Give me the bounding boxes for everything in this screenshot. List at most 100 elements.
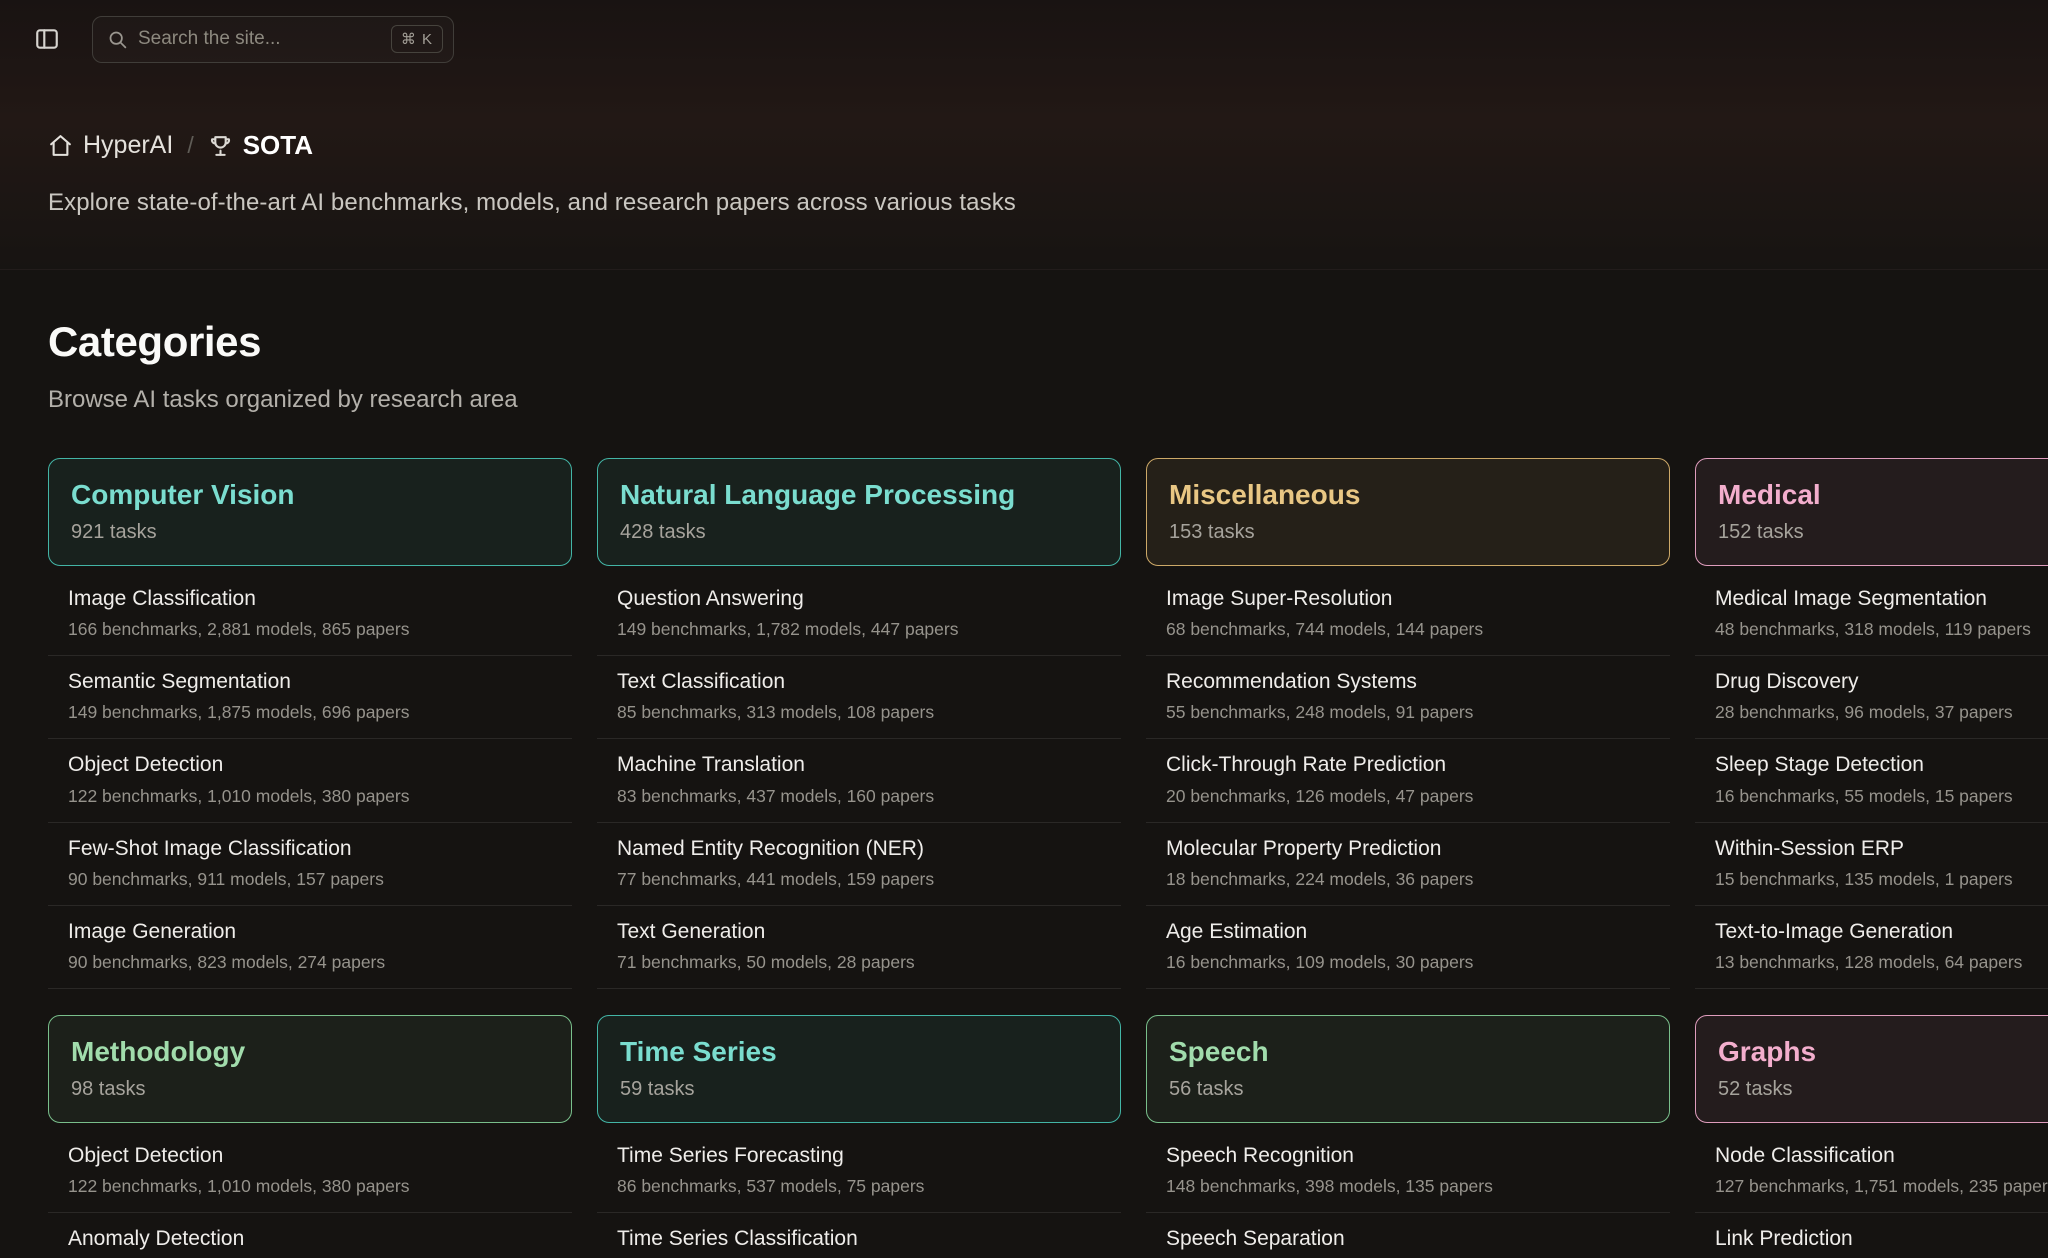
category-header[interactable]: Miscellaneous 153 tasks <box>1146 458 1670 566</box>
task-item[interactable]: Image Generation 90 benchmarks, 823 mode… <box>48 906 572 989</box>
category-card: Medical 152 tasks Medical Image Segmenta… <box>1695 458 2048 989</box>
task-title: Click-Through Rate Prediction <box>1166 753 1662 777</box>
task-item[interactable]: Time Series Classification 52 benchmarks… <box>597 1213 1121 1258</box>
task-title: Text Generation <box>617 920 1113 944</box>
category-card: Natural Language Processing 428 tasks Qu… <box>597 458 1121 989</box>
task-title: Anomaly Detection <box>68 1227 564 1251</box>
category-task-count: 921 tasks <box>71 521 549 544</box>
task-list: Speech Recognition 148 benchmarks, 398 m… <box>1146 1130 1670 1258</box>
task-title: Medical Image Segmentation <box>1715 587 2048 611</box>
task-stats: 122 benchmarks, 1,010 models, 380 papers <box>68 1176 564 1197</box>
task-title: Text Classification <box>617 670 1113 694</box>
task-stats: 68 benchmarks, 744 models, 144 papers <box>1166 619 1662 640</box>
task-item[interactable]: Text-to-Image Generation 13 benchmarks, … <box>1695 906 2048 989</box>
keyboard-shortcut-badge: ⌘ K <box>391 25 443 53</box>
search-icon <box>107 29 128 50</box>
task-item[interactable]: Named Entity Recognition (NER) 77 benchm… <box>597 823 1121 906</box>
task-item[interactable]: Machine Translation 83 benchmarks, 437 m… <box>597 739 1121 822</box>
category-card: Computer Vision 921 tasks Image Classifi… <box>48 458 572 989</box>
task-title: Drug Discovery <box>1715 670 2048 694</box>
category-task-count: 52 tasks <box>1718 1078 2048 1101</box>
task-title: Image Generation <box>68 920 564 944</box>
panel-left-icon <box>34 26 60 52</box>
task-title: Image Classification <box>68 587 564 611</box>
task-stats: 86 benchmarks, 537 models, 75 papers <box>617 1176 1113 1197</box>
breadcrumb-home-link[interactable]: HyperAI <box>48 131 173 160</box>
task-list: Node Classification 127 benchmarks, 1,75… <box>1695 1130 2048 1258</box>
task-item[interactable]: Image Super-Resolution 68 benchmarks, 74… <box>1146 573 1670 656</box>
trophy-icon <box>208 133 233 158</box>
task-item[interactable]: Image Classification 166 benchmarks, 2,8… <box>48 573 572 656</box>
task-list: Question Answering 149 benchmarks, 1,782… <box>597 573 1121 989</box>
search-input[interactable] <box>138 28 381 50</box>
task-stats: 122 benchmarks, 1,010 models, 380 papers <box>68 786 564 807</box>
task-item[interactable]: Few-Shot Image Classification 90 benchma… <box>48 823 572 906</box>
task-title: Question Answering <box>617 587 1113 611</box>
task-item[interactable]: Recommendation Systems 55 benchmarks, 24… <box>1146 656 1670 739</box>
task-item[interactable]: Speech Recognition 148 benchmarks, 398 m… <box>1146 1130 1670 1213</box>
task-title: Link Prediction <box>1715 1227 2048 1251</box>
page-description: Explore state-of-the-art AI benchmarks, … <box>48 189 2000 217</box>
task-title: Speech Recognition <box>1166 1144 1662 1168</box>
task-item[interactable]: Object Detection 122 benchmarks, 1,010 m… <box>48 739 572 822</box>
task-stats: 148 benchmarks, 398 models, 135 papers <box>1166 1176 1662 1197</box>
task-item[interactable]: Molecular Property Prediction 18 benchma… <box>1146 823 1670 906</box>
task-stats: 16 benchmarks, 55 models, 15 papers <box>1715 786 2048 807</box>
task-stats: 90 benchmarks, 911 models, 157 papers <box>68 869 564 890</box>
category-card: Methodology 98 tasks Object Detection 12… <box>48 1015 572 1258</box>
task-title: Time Series Classification <box>617 1227 1113 1251</box>
task-title: Few-Shot Image Classification <box>68 837 564 861</box>
category-task-count: 56 tasks <box>1169 1078 1647 1101</box>
task-stats: 85 benchmarks, 313 models, 108 papers <box>617 702 1113 723</box>
task-item[interactable]: Age Estimation 16 benchmarks, 109 models… <box>1146 906 1670 989</box>
task-item[interactable]: Node Classification 127 benchmarks, 1,75… <box>1695 1130 2048 1213</box>
category-header[interactable]: Natural Language Processing 428 tasks <box>597 458 1121 566</box>
category-header[interactable]: Speech 56 tasks <box>1146 1015 1670 1123</box>
sidebar-toggle-button[interactable] <box>26 18 68 60</box>
task-item[interactable]: Click-Through Rate Prediction 20 benchma… <box>1146 739 1670 822</box>
task-list: Image Super-Resolution 68 benchmarks, 74… <box>1146 573 1670 989</box>
task-item[interactable]: Medical Image Segmentation 48 benchmarks… <box>1695 573 2048 656</box>
category-header[interactable]: Medical 152 tasks <box>1695 458 2048 566</box>
category-title: Miscellaneous <box>1169 479 1647 511</box>
breadcrumb-home-label: HyperAI <box>83 131 173 160</box>
task-title: Within-Session ERP <box>1715 837 2048 861</box>
task-item[interactable]: Time Series Forecasting 86 benchmarks, 5… <box>597 1130 1121 1213</box>
task-list: Time Series Forecasting 86 benchmarks, 5… <box>597 1130 1121 1258</box>
task-item[interactable]: Drug Discovery 28 benchmarks, 96 models,… <box>1695 656 2048 739</box>
category-task-count: 59 tasks <box>620 1078 1098 1101</box>
task-item[interactable]: Link Prediction 80 benchmarks, 497 model… <box>1695 1213 2048 1258</box>
category-task-count: 153 tasks <box>1169 521 1647 544</box>
task-stats: 149 benchmarks, 1,875 models, 696 papers <box>68 702 564 723</box>
task-list: Image Classification 166 benchmarks, 2,8… <box>48 573 572 989</box>
task-title: Node Classification <box>1715 1144 2048 1168</box>
category-header[interactable]: Graphs 52 tasks <box>1695 1015 2048 1123</box>
task-item[interactable]: Anomaly Detection 76 benchmarks, 656 mod… <box>48 1213 572 1258</box>
task-item[interactable]: Sleep Stage Detection 16 benchmarks, 55 … <box>1695 739 2048 822</box>
category-title: Time Series <box>620 1036 1098 1068</box>
task-item[interactable]: Text Generation 71 benchmarks, 50 models… <box>597 906 1121 989</box>
category-header[interactable]: Methodology 98 tasks <box>48 1015 572 1123</box>
task-title: Sleep Stage Detection <box>1715 753 2048 777</box>
task-stats: 149 benchmarks, 1,782 models, 447 papers <box>617 619 1113 640</box>
category-title: Speech <box>1169 1036 1647 1068</box>
categories-grid: Computer Vision 921 tasks Image Classifi… <box>48 458 2000 1258</box>
task-item[interactable]: Within-Session ERP 15 benchmarks, 135 mo… <box>1695 823 2048 906</box>
task-item[interactable]: Object Detection 122 benchmarks, 1,010 m… <box>48 1130 572 1213</box>
site-search[interactable]: ⌘ K <box>92 16 454 63</box>
task-title: Recommendation Systems <box>1166 670 1662 694</box>
task-stats: 127 benchmarks, 1,751 models, 235 papers <box>1715 1176 2048 1197</box>
task-stats: 13 benchmarks, 128 models, 64 papers <box>1715 952 2048 973</box>
task-stats: 77 benchmarks, 441 models, 159 papers <box>617 869 1113 890</box>
task-title: Image Super-Resolution <box>1166 587 1662 611</box>
task-item[interactable]: Semantic Segmentation 149 benchmarks, 1,… <box>48 656 572 739</box>
task-item[interactable]: Speech Separation 19 benchmarks, 127 mod… <box>1146 1213 1670 1258</box>
category-header[interactable]: Time Series 59 tasks <box>597 1015 1121 1123</box>
category-header[interactable]: Computer Vision 921 tasks <box>48 458 572 566</box>
breadcrumb-current-label: SOTA <box>243 130 313 161</box>
task-stats: 20 benchmarks, 126 models, 47 papers <box>1166 786 1662 807</box>
task-item[interactable]: Question Answering 149 benchmarks, 1,782… <box>597 573 1121 656</box>
task-title: Time Series Forecasting <box>617 1144 1113 1168</box>
category-title: Methodology <box>71 1036 549 1068</box>
task-item[interactable]: Text Classification 85 benchmarks, 313 m… <box>597 656 1121 739</box>
